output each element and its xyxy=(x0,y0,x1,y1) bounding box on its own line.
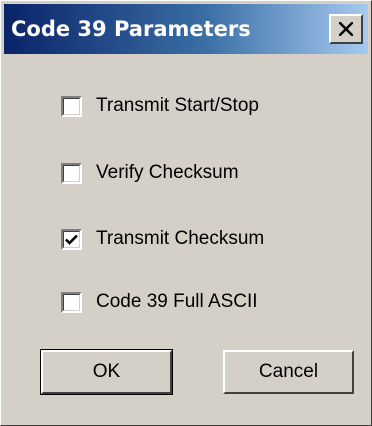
option-code39-full-ascii[interactable]: Code 39 Full ASCII xyxy=(61,287,258,317)
option-label: Verify Checksum xyxy=(96,162,239,183)
option-label: Transmit Checksum xyxy=(96,228,265,249)
ok-button[interactable]: OK xyxy=(40,349,173,395)
checkbox-transmit-checksum[interactable] xyxy=(61,228,82,250)
code39-parameters-dialog: Code 39 Parameters Transmit Start/Stop V… xyxy=(0,0,372,426)
option-verify-checksum[interactable]: Verify Checksum xyxy=(61,158,239,188)
window-title: Code 39 Parameters xyxy=(11,17,251,41)
option-transmit-checksum[interactable]: Transmit Checksum xyxy=(61,224,264,254)
checkmark-icon xyxy=(65,234,78,245)
option-label: Transmit Start/Stop xyxy=(96,95,259,116)
close-button[interactable] xyxy=(329,14,363,44)
option-transmit-start-stop[interactable]: Transmit Start/Stop xyxy=(61,91,259,121)
close-icon xyxy=(339,22,353,36)
checkbox-code39-full-ascii[interactable] xyxy=(61,291,82,313)
title-bar[interactable]: Code 39 Parameters xyxy=(4,4,368,54)
option-label: Code 39 Full ASCII xyxy=(96,291,258,312)
checkbox-verify-checksum[interactable] xyxy=(61,162,82,184)
cancel-button[interactable]: Cancel xyxy=(223,350,354,394)
checkbox-transmit-start-stop[interactable] xyxy=(61,95,82,117)
